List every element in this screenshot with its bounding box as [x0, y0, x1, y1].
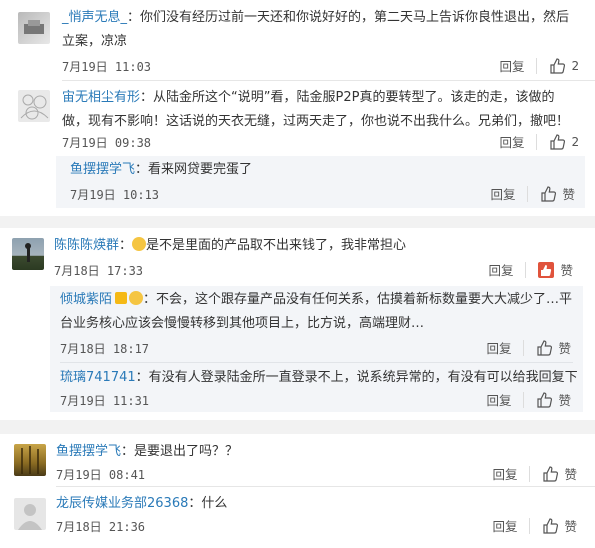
divider — [527, 185, 529, 202]
subreply-box: 倾城紫陌 ：不会，这个跟存量产品没有任何关系，估摸着新标数量要大大减少了…平台业务… — [50, 286, 583, 412]
avatar[interactable] — [18, 12, 50, 44]
timestamp: 7月19日 11:03 — [62, 60, 152, 74]
thumbs-up-icon — [543, 517, 559, 534]
username[interactable]: 倾城紫陌 — [60, 292, 112, 307]
divider — [525, 261, 527, 278]
comment-actions: 回复 赞 — [490, 184, 575, 203]
avatar[interactable] — [14, 498, 46, 530]
comment-content: 看来网贷要完蛋了 — [148, 162, 253, 177]
thumbs-up-icon — [537, 391, 553, 408]
like-count: 2 — [571, 58, 579, 73]
reply-button[interactable]: 回复 — [486, 390, 511, 409]
comment-content: 是不是里面的产品取不出来钱了，我非常担心 — [146, 238, 407, 253]
like-label: 赞 — [564, 467, 577, 482]
timestamp: 7月18日 17:33 — [54, 264, 144, 278]
username[interactable]: 宙无相尘有形 — [62, 90, 140, 105]
like-button[interactable]: 赞 — [542, 516, 577, 535]
timestamp: 7月19日 08:41 — [56, 468, 146, 482]
avatar[interactable] — [12, 238, 44, 270]
like-button[interactable]: 2 — [549, 133, 579, 150]
divider — [62, 80, 595, 81]
comment-content: 有没有人登录陆金所一直登录不上，说系统异常的，有没有可以给我回复下 — [148, 370, 578, 385]
reply-button[interactable]: 回复 — [492, 516, 517, 535]
comment-card: 陈陈陈煐群： 是不是里面的产品取不出来钱了，我非常担心 7月18日 17:33 回… — [0, 228, 595, 420]
comment-card: 鱼摆摆学飞：是要退出了吗？？ 7月19日 08:41 回复 赞 龙辰传媒业务部2… — [0, 434, 595, 548]
username[interactable]: 鱼摆摆学飞 — [56, 444, 121, 459]
comment-content: 是要退出了吗？？ — [134, 444, 239, 459]
username[interactable]: 鱼摆摆学飞 — [70, 162, 135, 177]
comment-actions: 回复 赞 — [492, 464, 577, 483]
timestamp: 7月19日 10:13 — [70, 188, 160, 202]
like-count: 2 — [571, 134, 579, 149]
divider — [529, 517, 531, 534]
username[interactable]: 陈陈陈煐群 — [54, 238, 119, 253]
emoji-icon — [129, 291, 144, 305]
comment-text: 陈陈陈煐群： 是不是里面的产品取不出来钱了，我非常担心 — [54, 237, 407, 253]
like-label: 赞 — [562, 187, 575, 202]
thumbs-up-icon — [550, 57, 566, 74]
reply-button[interactable]: 回复 — [488, 260, 513, 279]
comment-actions: 回复 赞 — [486, 390, 571, 409]
comment-text: 琉璃741741：有没有人登录陆金所一直登录不上，说系统异常的，有没有可以给我回… — [60, 370, 578, 385]
like-button[interactable]: 赞 — [536, 390, 571, 409]
comment-actions: 回复 赞 — [492, 516, 577, 535]
thumbs-up-icon — [550, 133, 566, 150]
like-button[interactable]: 赞 — [542, 464, 577, 483]
divider — [536, 133, 538, 150]
timestamp: 7月19日 09:38 — [62, 136, 152, 150]
thumbs-up-icon — [541, 185, 557, 202]
divider — [523, 391, 525, 408]
comment-actions: 回复 赞 — [486, 338, 571, 357]
comment-text: 倾城紫陌 ：不会，这个跟存量产品没有任何关系，估摸着新标数量要大大减少了…平台业务… — [60, 291, 573, 331]
reply-button[interactable]: 回复 — [499, 56, 524, 75]
avatar[interactable] — [14, 444, 46, 476]
like-button[interactable]: 赞 — [538, 260, 573, 279]
subreply-box: 鱼摆摆学飞：看来网贷要完蛋了 7月19日 10:13 回复 赞 — [56, 156, 585, 208]
comment-actions: 回复 2 — [499, 132, 579, 151]
username[interactable]: 龙辰传媒业务部26368 — [56, 496, 188, 511]
reply-button[interactable]: 回复 — [490, 184, 515, 203]
comment-text: 鱼摆摆学飞：看来网贷要完蛋了 — [70, 162, 253, 177]
timestamp: 7月18日 18:17 — [60, 342, 150, 356]
like-button[interactable]: 2 — [549, 57, 579, 74]
comment-text: 龙辰传媒业务部26368：什么 — [56, 496, 228, 511]
like-button[interactable]: 赞 — [536, 338, 571, 357]
divider — [529, 465, 531, 482]
section-gap — [0, 420, 595, 434]
comment-content: 什么 — [201, 496, 228, 511]
comment-text: 鱼摆摆学飞：是要退出了吗？？ — [56, 444, 239, 459]
section-gap — [0, 216, 595, 228]
comment-actions: 回复 2 — [499, 56, 579, 75]
comment-card: _悄声无息_：你们没有经历过前一天还和你说好好的，第二天马上告诉你良性退出，然后… — [0, 0, 595, 216]
reply-button[interactable]: 回复 — [499, 132, 524, 151]
username[interactable]: _悄声无息_ — [62, 10, 127, 25]
reply-button[interactable]: 回复 — [492, 464, 517, 483]
thumbs-up-icon — [538, 261, 555, 278]
divider — [523, 339, 525, 356]
vip-badge-icon — [115, 292, 128, 304]
comment-text: _悄声无息_：你们没有经历过前一天还和你说好好的，第二天马上告诉你良性退出，然后… — [62, 10, 570, 49]
crying-emoji-icon — [132, 237, 147, 251]
like-button[interactable]: 赞 — [540, 184, 575, 203]
thumbs-up-icon — [537, 339, 553, 356]
like-label: 赞 — [558, 393, 571, 408]
comment-actions: 回复 赞 — [488, 260, 573, 279]
divider — [56, 486, 595, 487]
divider — [536, 57, 538, 74]
like-label: 赞 — [560, 263, 573, 278]
reply-button[interactable]: 回复 — [486, 338, 511, 357]
timestamp: 7月19日 11:31 — [60, 394, 150, 408]
username[interactable]: 琉璃741741 — [60, 370, 136, 385]
like-label: 赞 — [564, 519, 577, 534]
thumbs-up-icon — [543, 465, 559, 482]
avatar[interactable] — [18, 90, 50, 122]
timestamp: 7月18日 21:36 — [56, 520, 146, 534]
comment-text: 宙无相尘有形：从陆金所这个“说明”看，陆金服P2P真的要转型了。该走的走，该做的… — [62, 90, 570, 129]
like-label: 赞 — [558, 341, 571, 356]
divider — [60, 362, 573, 363]
